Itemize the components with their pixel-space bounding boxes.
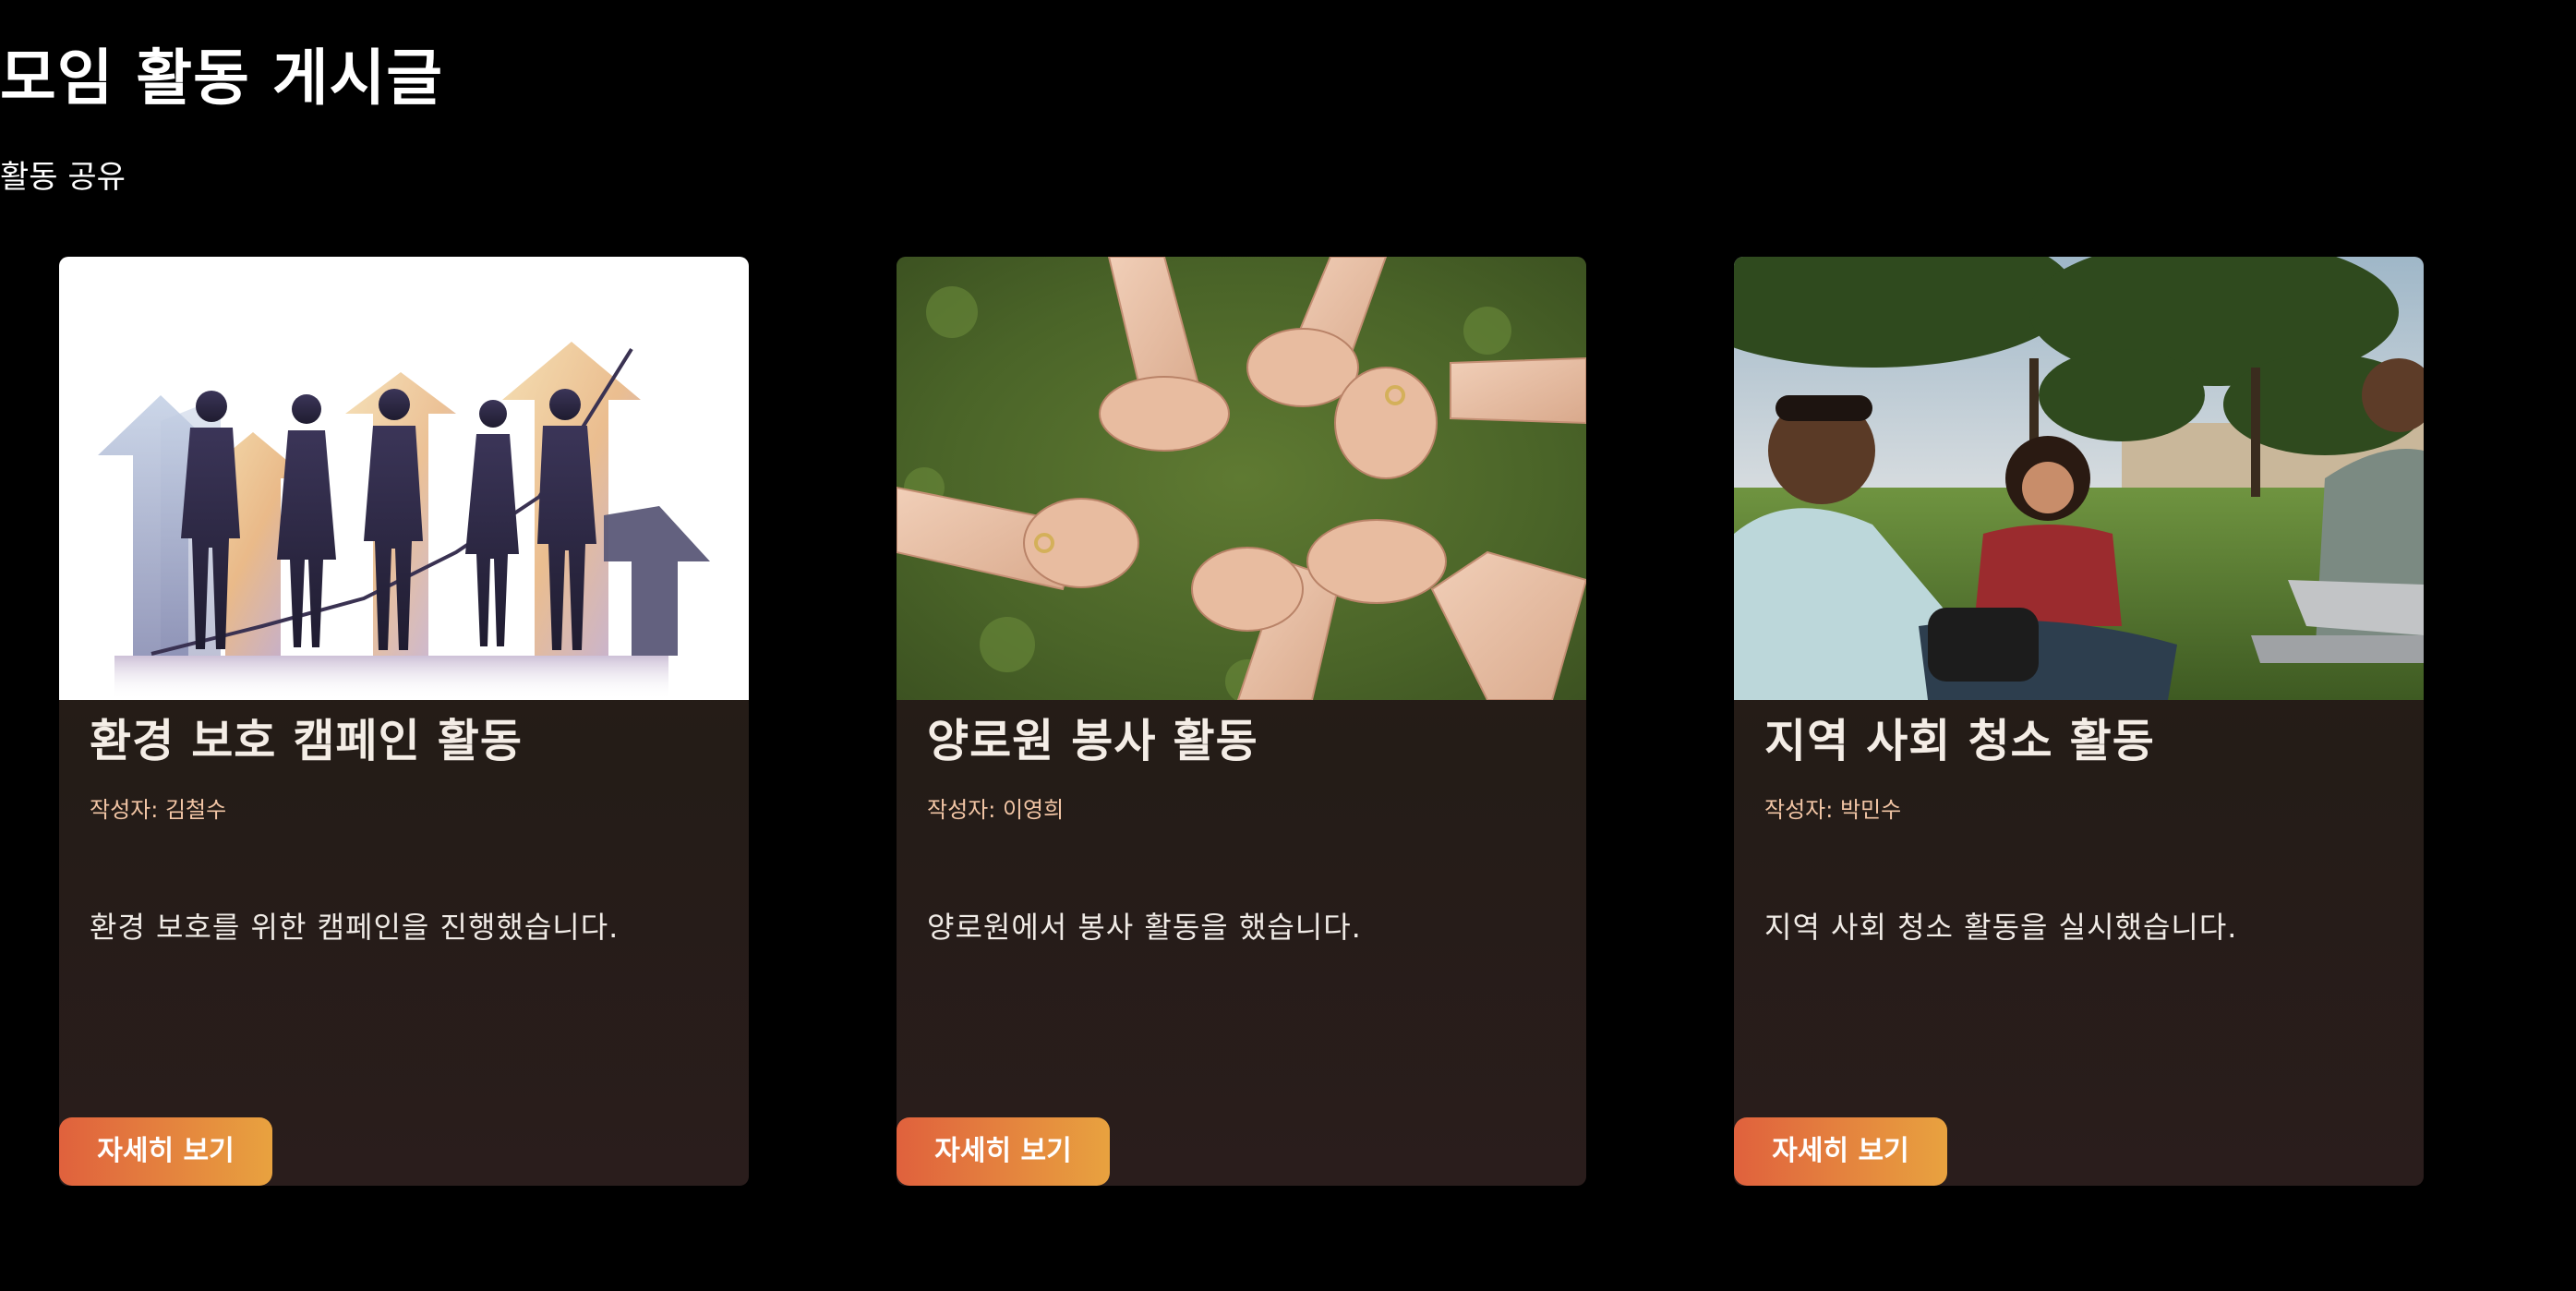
card-title: 양로원 봉사 활동	[927, 715, 1258, 767]
activity-image	[897, 257, 1586, 700]
card-author: 작성자: 이영희	[927, 797, 1065, 823]
view-details-button[interactable]: 자세히 보기	[59, 1117, 272, 1186]
card-title: 지역 사회 청소 활동	[1764, 715, 2155, 767]
activity-card: 환경 보호 캠페인 활동 작성자: 김철수 환경 보호를 위한 캠페인을 진행했…	[59, 257, 749, 1186]
page-subtitle: 활동 공유	[0, 159, 126, 196]
activity-image	[1734, 257, 2424, 700]
card-description: 지역 사회 청소 활동을 실시했습니다.	[1764, 910, 2238, 945]
view-details-button[interactable]: 자세히 보기	[1734, 1117, 1947, 1186]
card-description: 양로원에서 봉사 활동을 했습니다.	[927, 910, 1362, 945]
card-author: 작성자: 김철수	[90, 797, 227, 823]
page-title: 모임 활동 게시글	[0, 42, 443, 114]
activity-card: 지역 사회 청소 활동 작성자: 박민수 지역 사회 청소 활동을 실시했습니다…	[1734, 257, 2424, 1186]
activity-image	[59, 257, 749, 700]
card-author: 작성자: 박민수	[1764, 797, 1902, 823]
card-description: 환경 보호를 위한 캠페인을 진행했습니다.	[90, 910, 620, 945]
card-title: 환경 보호 캠페인 활동	[90, 715, 523, 767]
activity-card: 양로원 봉사 활동 작성자: 이영희 양로원에서 봉사 활동을 했습니다. 자세…	[897, 257, 1586, 1186]
view-details-button[interactable]: 자세히 보기	[897, 1117, 1110, 1186]
